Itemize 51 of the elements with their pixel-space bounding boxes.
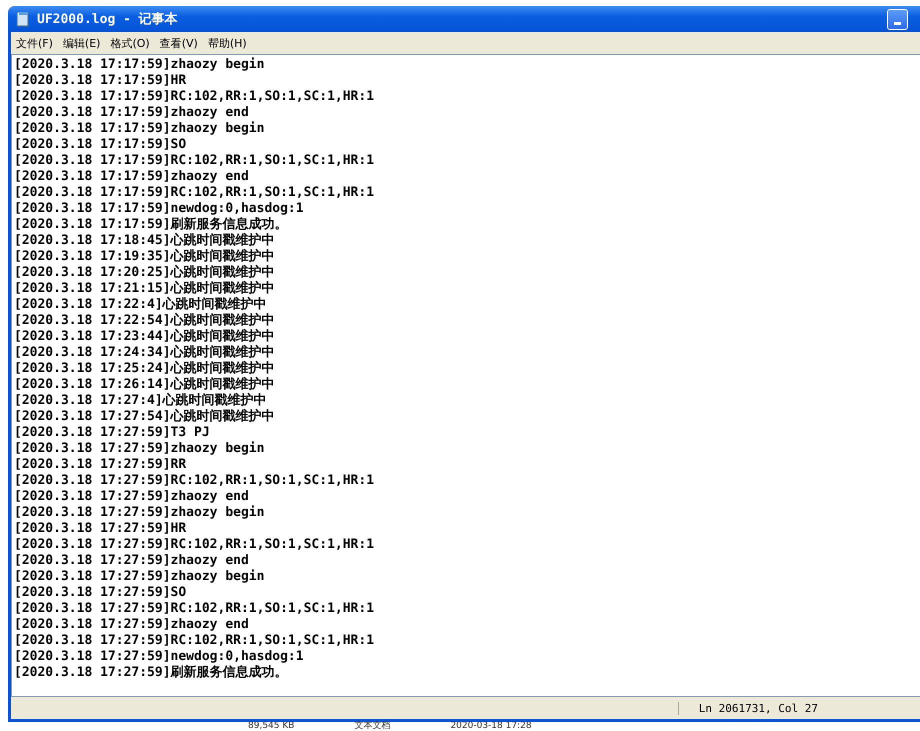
log-line: [2020.3.18 17:27:59]RC:102,RR:1,SO:1,SC:1,HR:1 — [14, 601, 376, 617]
log-line: [2020.3.18 17:27:4]心跳时间戳维护中 — [14, 393, 268, 408]
log-line: [2020.3.18 17:27:59]zhaozy begin — [14, 441, 266, 457]
log-line: [2020.3.18 17:27:59]zhaozy end — [14, 553, 250, 569]
log-line: [2020.3.18 17:27:59]zhaozy end — [14, 489, 250, 505]
file-detail: 文本文档 — [354, 722, 390, 731]
log-line: [2020.3.18 17:27:59]RC:102,RR:1,SO:1,SC:1,HR:1 — [14, 473, 376, 489]
menu-item[interactable]: 帮助(H) — [208, 36, 247, 50]
log-line: [2020.3.18 17:21:15]心跳时间戳维护中 — [14, 281, 276, 296]
menu-item[interactable]: 文件(F) — [16, 36, 53, 50]
menu-item[interactable]: 查看(V) — [160, 36, 198, 50]
log-line: [2020.3.18 17:17:59]刷新服务信息成功。 — [14, 217, 289, 232]
file-detail: 2020-03-18 17:28 — [450, 722, 532, 731]
log-line: [2020.3.18 17:24:34]心跳时间戳维护中 — [14, 345, 276, 360]
minimize-button[interactable] — [887, 8, 908, 30]
log-line: [2020.3.18 17:22:54]心跳时间戳维护中 — [14, 313, 276, 328]
log-line: [2020.3.18 17:27:59]RC:102,RR:1,SO:1,SC:1,HR:1 — [14, 537, 376, 553]
log-line: [2020.3.18 17:27:59]HR — [14, 521, 188, 537]
log-line: [2020.3.18 17:27:54]心跳时间戳维护中 — [14, 409, 276, 425]
log-line: [2020.3.18 17:27:59]zhaozy end — [14, 617, 250, 633]
log-line: [2020.3.18 17:27:59]T3 PJ — [14, 425, 211, 441]
menu-item[interactable]: 格式(O) — [110, 36, 150, 50]
log-line: [2020.3.18 17:17:59]RC:102,RR:1,SO:1,SC:1,HR:1 — [14, 153, 376, 169]
notepad-icon — [15, 11, 31, 27]
log-line: [2020.3.18 17:17:59]HR — [14, 73, 188, 89]
log-line: [2020.3.18 17:27:59]zhaozy begin — [14, 569, 266, 585]
log-line: [2020.3.18 17:27:59]刷新服务信息成功。 — [14, 665, 289, 681]
window-title: UF2000.log - 记事本 — [37, 11, 178, 28]
log-line: [2020.3.18 17:25:24]心跳时间戳维护中 — [14, 361, 276, 376]
log-line: [2020.3.18 17:26:14]心跳时间戳维护中 — [14, 377, 276, 392]
log-line: [2020.3.18 17:27:59]RC:102,RR:1,SO:1,SC:1,HR:1 — [14, 633, 376, 649]
log-line: [2020.3.18 17:17:59]RC:102,RR:1,SO:1,SC:1,HR:1 — [14, 89, 376, 105]
file-detail: 89,545 KB — [248, 722, 294, 731]
log-line: [2020.3.18 17:27:59]newdog:0,hasdog:1 — [14, 649, 305, 664]
log-line: [2020.3.18 17:20:25]心跳时间戳维护中 — [14, 265, 276, 280]
log-line: [2020.3.18 17:17:59]RC:102,RR:1,SO:1,SC:1,HR:1 — [14, 185, 376, 201]
log-line: [2020.3.18 17:22:4]心跳时间戳维护中 — [14, 297, 268, 312]
log-line: [2020.3.18 17:17:59]zhaozy end — [14, 169, 250, 185]
log-line: [2020.3.18 17:19:35]心跳时间戳维护中 — [14, 249, 276, 264]
log-line: [2020.3.18 17:17:59]newdog:0,hasdog:1 — [14, 201, 305, 216]
log-line: [2020.3.18 17:27:59]zhaozy begin — [14, 505, 266, 521]
log-line: [2020.3.18 17:17:59]zhaozy begin — [14, 57, 266, 73]
log-line: [2020.3.18 17:27:59]SO — [14, 585, 188, 601]
cursor-position: Ln 2061731, Col 27 — [678, 702, 920, 714]
log-line: [2020.3.18 17:27:59]RR — [14, 457, 188, 473]
log-line: [2020.3.18 17:17:59]SO — [14, 137, 188, 153]
log-line: [2020.3.18 17:18:45]心跳时间戳维护中 — [14, 233, 276, 248]
log-line: [2020.3.18 17:23:44]心跳时间戳维护中 — [14, 329, 276, 344]
menu-item[interactable]: 编辑(E) — [62, 36, 100, 50]
log-line: [2020.3.18 17:17:59]zhaozy end — [14, 105, 250, 121]
log-line: [2020.3.18 17:17:59]zhaozy begin — [14, 121, 266, 137]
